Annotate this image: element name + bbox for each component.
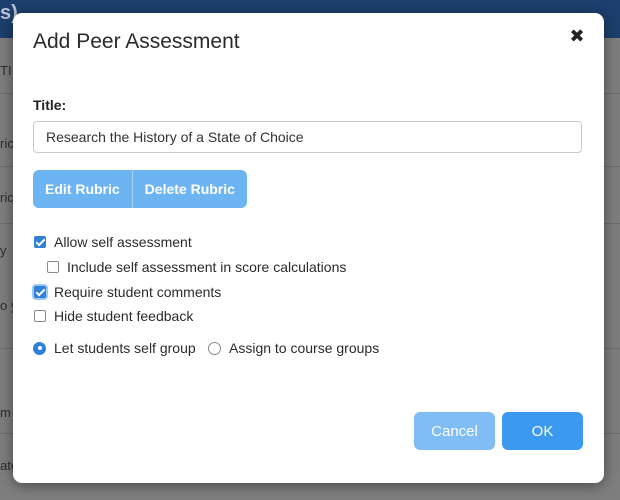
background-text: m: [0, 405, 11, 420]
background-text: ric: [0, 190, 14, 205]
include-self-assessment-option[interactable]: Include self assessment in score calcula…: [47, 259, 346, 275]
dialog-title: Add Peer Assessment: [33, 30, 240, 53]
close-icon[interactable]: ✖: [568, 27, 586, 45]
require-comments-label: Require student comments: [54, 284, 222, 300]
delete-rubric-button[interactable]: Delete Rubric: [132, 170, 247, 208]
course-groups-label: Assign to course groups: [229, 340, 380, 356]
require-comments-checkbox[interactable]: [34, 286, 46, 298]
require-comments-option[interactable]: Require student comments: [34, 284, 221, 300]
allow-self-assessment-option[interactable]: Allow self assessment: [34, 234, 192, 250]
hide-feedback-label: Hide student feedback: [54, 308, 194, 324]
course-groups-radio[interactable]: [208, 341, 221, 355]
hide-feedback-checkbox[interactable]: [34, 310, 46, 322]
allow-self-assessment-checkbox[interactable]: [34, 236, 46, 248]
course-groups-option[interactable]: Assign to course groups: [208, 340, 379, 356]
include-self-assessment-checkbox[interactable]: [47, 261, 59, 273]
edit-rubric-button[interactable]: Edit Rubric: [33, 170, 133, 208]
cancel-button[interactable]: Cancel: [414, 412, 495, 450]
title-input[interactable]: [33, 121, 582, 153]
peer-assessment-dialog: Add Peer Assessment ✖ Title: Edit Rubric…: [13, 13, 604, 483]
self-group-radio[interactable]: [33, 341, 46, 355]
hide-feedback-option[interactable]: Hide student feedback: [34, 308, 193, 324]
background-text: TI: [0, 63, 12, 78]
include-self-assessment-label: Include self assessment in score calcula…: [67, 259, 347, 275]
allow-self-assessment-label: Allow self assessment: [54, 234, 192, 250]
rubric-button-group: Edit Rubric Delete Rubric: [33, 170, 247, 208]
background-text: ric: [0, 136, 14, 151]
ok-button[interactable]: OK: [502, 412, 583, 450]
self-group-label: Let students self group: [54, 340, 196, 356]
title-label: Title:: [33, 97, 67, 113]
background-text: y: [0, 243, 7, 258]
self-group-option[interactable]: Let students self group: [33, 340, 196, 356]
